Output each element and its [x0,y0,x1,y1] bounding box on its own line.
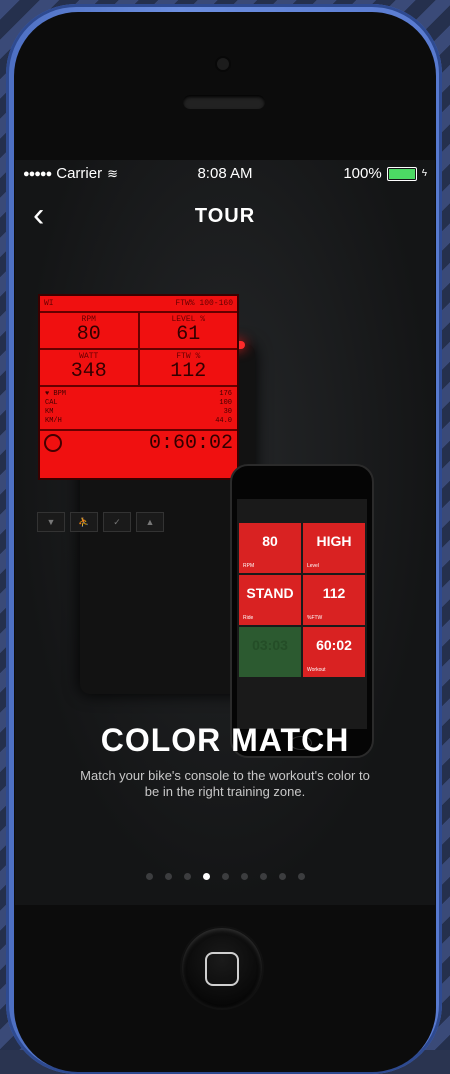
battery-percent: 100% [343,165,382,182]
stat-value: 176 [219,390,232,398]
tile-value: 80 [262,533,278,549]
page-dot[interactable] [202,873,210,880]
console-row: RPM 80 LEVEL % 61 [40,313,237,350]
tile-value: 112 [322,585,346,601]
tile-value: STAND [246,585,294,601]
stat-key: KM/H [45,417,62,425]
metric-tile: HIGH Level [303,523,365,573]
user-icon: ⛹ [70,512,98,532]
page-dot[interactable] [240,873,248,880]
console-row: WATT 348 FTW % 112 [40,350,237,387]
tour-slide-image: WI FTW% 100-160 RPM 80 LEVEL % 61 WATT 348 … [15,244,435,758]
earpiece-speaker [183,95,265,109]
front-camera [217,58,229,70]
metric-tile: 80 RPM [239,523,301,573]
tile-value: 03:03 [252,637,288,653]
tile-caption: Workout [307,667,326,673]
down-arrow-icon: ▼ [37,512,65,532]
tile-caption: Level [307,563,319,569]
page-dot[interactable] [259,873,267,880]
console-header-left: WI [44,299,54,308]
page-dot[interactable] [278,873,286,880]
tile-caption: %FTW [307,615,323,621]
charging-icon: ϟ [421,168,427,179]
console-timer: 0:60:02 [40,431,237,455]
phone-illustration-screen: 80 RPM HIGH Level STAND Ride 112 %FTW 03:03 … [237,499,367,729]
status-bar: ●●●●● Carrier ≋ 8:08 AM 100% ϟ [15,160,435,188]
tile-caption: RPM [243,563,255,569]
tile-caption: Ride [243,615,254,621]
page-dot[interactable] [164,873,172,880]
console-header-right: FTW% 100-160 [175,299,233,308]
console-value: 80 [76,323,101,346]
check-icon: ✓ [103,512,131,532]
tile-value: HIGH [316,533,352,549]
console-buttons: ▼ ⛹ ✓ ▲ [37,512,164,532]
battery-icon [386,166,417,181]
console-value: 348 [70,360,107,383]
metric-tile: 03:03 [239,627,301,677]
metric-tile: 60:02 Workout [303,627,365,677]
tile-grid: 80 RPM HIGH Level STAND Ride 112 %FTW 03:03 … [237,521,367,679]
stat-value: 100 [219,399,232,407]
console-stats-list: ♥ BPM 176 CAL 100 KM 30 KM/H 44.0 [40,387,237,431]
stat-key: CAL [45,399,58,407]
page-dot[interactable] [183,873,191,880]
metric-tile: STAND Ride [239,575,301,625]
page-title: TOUR [194,205,256,227]
console-value: 112 [170,360,207,383]
page-dot[interactable] [221,873,229,880]
stat-value: 30 [223,408,232,416]
timer-value: 0:60:02 [148,431,233,455]
app-screen: ●●●●● Carrier ≋ 8:08 AM 100% ϟ ‹ TOUR WI… [15,160,435,905]
phone-illustration: 80 RPM HIGH Level STAND Ride 112 %FTW 03:03 … [230,464,374,758]
page-indicator[interactable] [15,873,435,880]
phone-illustration-header [237,499,367,521]
slide-headline: COLOR MATCH [100,722,350,758]
stat-key: ♥ BPM [45,390,67,398]
battery-info: 100% ϟ [343,165,427,182]
clock-icon [44,434,62,452]
tile-value: 60:02 [316,637,352,653]
home-button[interactable] [182,928,262,1008]
stat-value: 44.0 [215,417,232,425]
page-dot[interactable] [145,873,153,880]
page-dot[interactable] [297,873,305,880]
up-arrow-icon: ▲ [136,512,164,532]
console-display: WI FTW% 100-160 RPM 80 LEVEL % 61 WATT 348 … [38,294,239,480]
slide-description: Match your bike's console to the workout… [80,768,370,799]
stat-key: KM [45,408,54,416]
home-square-icon [205,952,239,986]
nav-bar: ‹ TOUR [15,190,435,244]
metric-tile: 112 %FTW [303,575,365,625]
console-value: 61 [176,323,201,346]
